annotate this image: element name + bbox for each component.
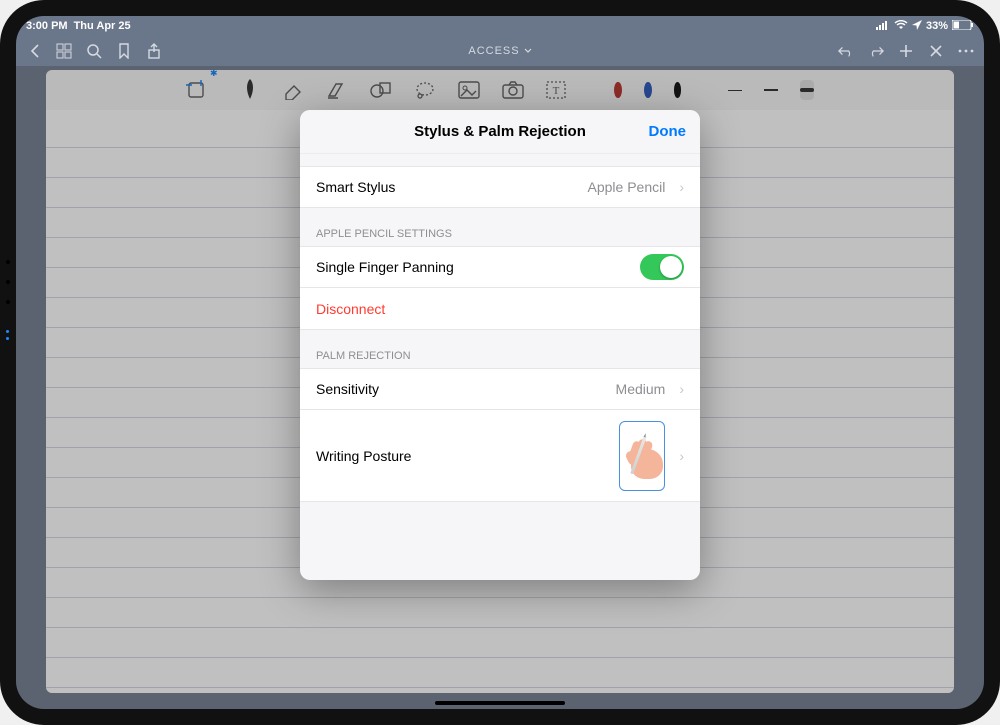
bookmark-icon[interactable] [116,43,132,59]
cellular-icon [876,20,890,33]
section-header-pencil: APPLE PENCIL SETTINGS [300,208,700,246]
sensitivity-label: Sensitivity [316,381,379,397]
row-sensitivity[interactable]: Sensitivity Medium › [300,368,700,410]
single-finger-panning-toggle[interactable] [640,254,684,280]
back-icon[interactable] [26,43,42,59]
settings-popover: Stylus & Palm Rejection Done Smart Stylu… [300,110,700,580]
wifi-icon [894,20,908,33]
chevron-right-icon: › [679,381,684,397]
undo-icon[interactable] [838,43,854,59]
search-icon[interactable] [86,43,102,59]
status-time: 3:00 PM [26,20,68,32]
status-bar: 3:00 PM Thu Apr 25 33% [16,16,984,36]
single-finger-panning-label: Single Finger Panning [316,259,454,275]
row-smart-stylus[interactable]: Smart Stylus Apple Pencil › [300,166,700,208]
doc-title[interactable]: ACCESS [468,45,531,57]
popover-title: Stylus & Palm Rejection [414,123,586,140]
battery-pct: 33% [926,20,948,32]
location-icon [912,20,922,33]
sensitivity-value: Medium [616,381,666,397]
redo-icon[interactable] [868,43,884,59]
home-indicator[interactable] [435,701,565,705]
smart-stylus-value: Apple Pencil [588,179,666,195]
grid-icon[interactable] [56,43,72,59]
row-single-finger-panning: Single Finger Panning [300,246,700,288]
disconnect-label: Disconnect [316,301,385,317]
more-icon[interactable] [958,43,974,59]
row-writing-posture[interactable]: Writing Posture › [300,410,700,502]
share-icon[interactable] [146,43,162,59]
popover-header: Stylus & Palm Rejection Done [300,110,700,154]
nav-bar: ACCESS [16,36,984,66]
section-header-palm: PALM REJECTION [300,330,700,368]
writing-posture-label: Writing Posture [316,448,411,464]
status-date: Thu Apr 25 [74,20,131,32]
close-icon[interactable] [928,43,944,59]
writing-posture-thumb [619,421,665,491]
battery-icon [952,20,974,33]
done-button[interactable]: Done [649,123,687,140]
chevron-right-icon: › [679,179,684,195]
plus-icon[interactable] [898,43,914,59]
chevron-right-icon: › [679,448,684,464]
smart-stylus-label: Smart Stylus [316,179,395,195]
row-disconnect[interactable]: Disconnect [300,288,700,330]
